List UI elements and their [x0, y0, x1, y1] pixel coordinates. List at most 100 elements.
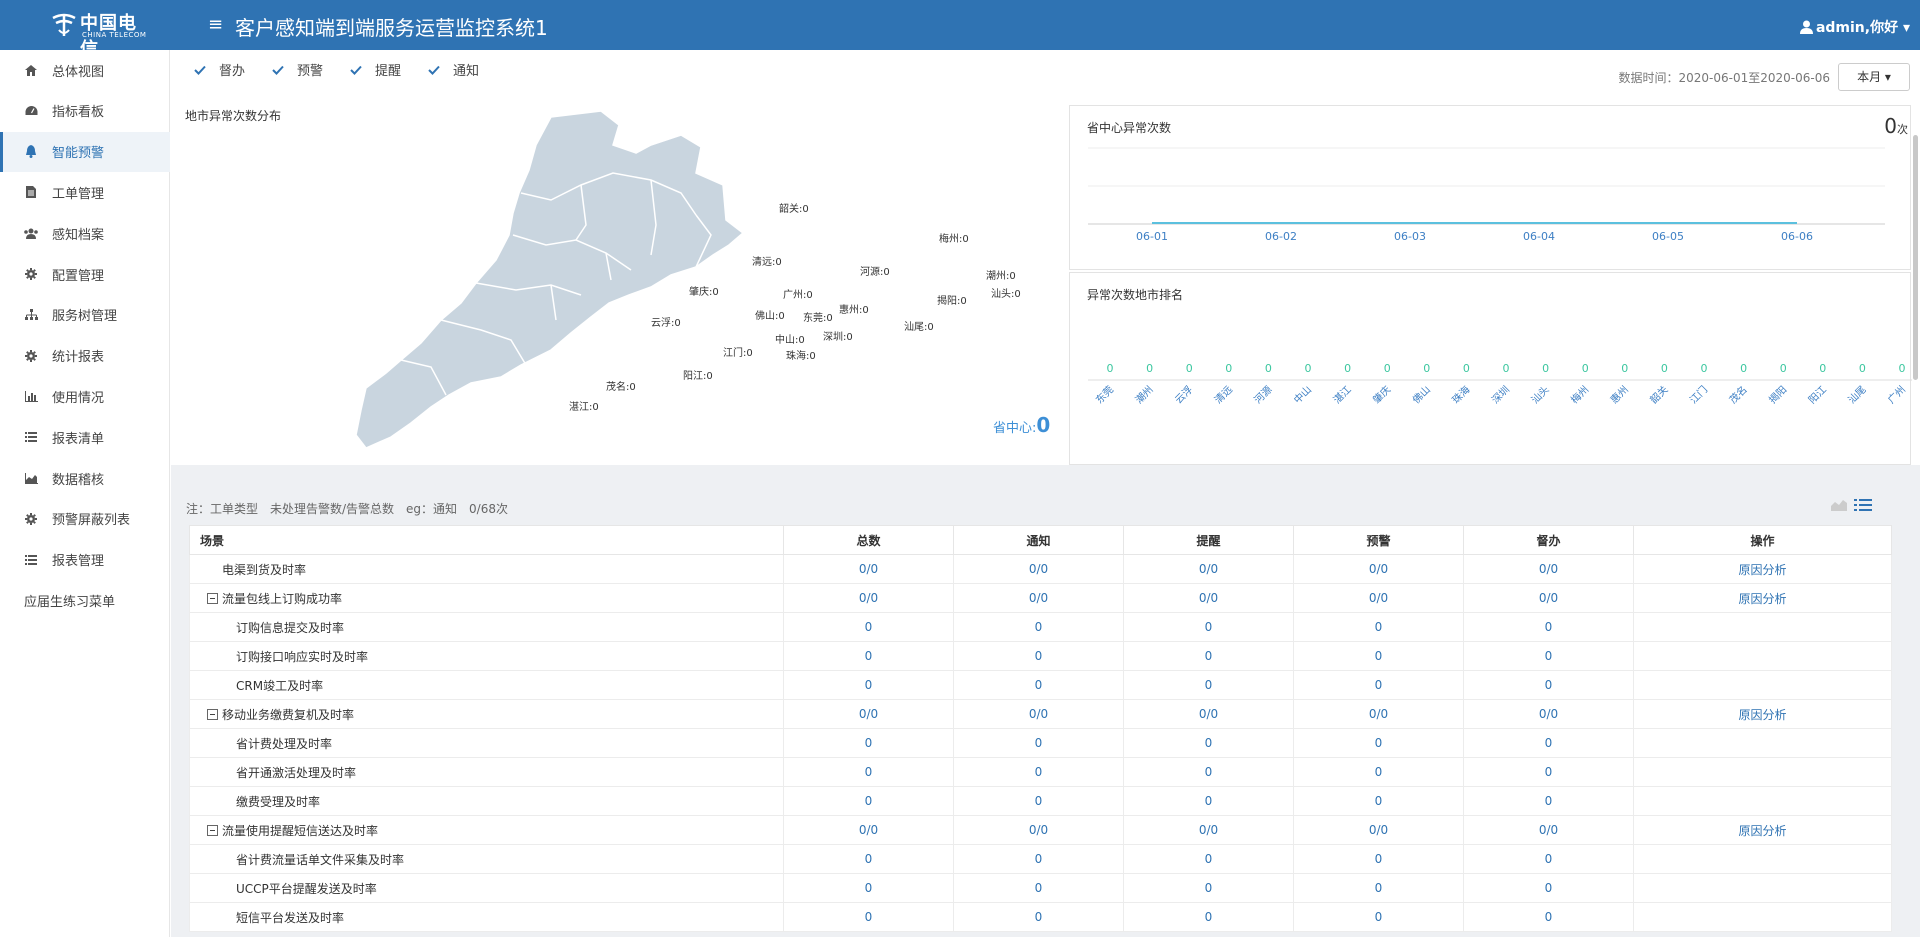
count-cell[interactable]: 0/0: [1463, 699, 1634, 729]
count-cell[interactable]: 0: [1293, 641, 1464, 671]
count-cell[interactable]: 0: [783, 786, 954, 816]
count-cell[interactable]: 0: [1123, 873, 1294, 903]
count-cell[interactable]: 0/0: [1463, 815, 1634, 845]
sidebar-item[interactable]: 报表清单: [0, 417, 170, 457]
count-cell[interactable]: 0/0: [783, 554, 954, 584]
count-cell[interactable]: 0: [953, 902, 1124, 932]
cause-analysis-link[interactable]: 原因分析: [1738, 708, 1786, 722]
count-cell[interactable]: 0: [783, 670, 954, 700]
count-cell[interactable]: 0: [783, 728, 954, 758]
count-cell[interactable]: 0/0: [953, 815, 1124, 845]
count-cell[interactable]: 0: [783, 873, 954, 903]
count-cell[interactable]: 0: [953, 728, 1124, 758]
area-chart-icon[interactable]: [1830, 498, 1848, 512]
count-cell[interactable]: 0/0: [1123, 699, 1294, 729]
count-cell[interactable]: 0: [1123, 844, 1294, 874]
count-cell[interactable]: 0/0: [1123, 815, 1294, 845]
sidebar-item[interactable]: 数据稽核: [0, 458, 170, 498]
count-cell[interactable]: 0/0: [1293, 554, 1464, 584]
scene-name: 订购接口响应实时及时率: [236, 649, 369, 664]
cause-analysis-link[interactable]: 原因分析: [1738, 563, 1786, 577]
x-tick-label: 梅州: [1568, 383, 1591, 406]
checkbox-notice[interactable]: 通知: [426, 60, 479, 79]
count-cell[interactable]: 0/0: [953, 554, 1124, 584]
count-cell[interactable]: 0: [783, 844, 954, 874]
count-cell[interactable]: 0/0: [1463, 583, 1634, 613]
sidebar-item[interactable]: 服务树管理: [0, 295, 170, 335]
count-cell[interactable]: 0/0: [783, 699, 954, 729]
action-cell: 原因分析: [1633, 583, 1892, 613]
count-cell[interactable]: 0/0: [953, 583, 1124, 613]
collapse-icon[interactable]: [207, 592, 218, 604]
checkbox-reminder[interactable]: 提醒: [348, 60, 401, 79]
count-cell[interactable]: 0: [953, 757, 1124, 787]
collapse-icon[interactable]: [207, 824, 218, 836]
count-cell[interactable]: 0: [953, 612, 1124, 642]
sidebar-item[interactable]: 指标看板: [0, 91, 170, 131]
count-cell[interactable]: 0: [783, 641, 954, 671]
count-cell[interactable]: 0: [1123, 786, 1294, 816]
sidebar-item[interactable]: 总体视图: [0, 50, 170, 90]
user-menu[interactable]: admin,你好 ▾: [1799, 17, 1910, 37]
checkbox-warning[interactable]: 预警: [270, 60, 323, 79]
count-cell[interactable]: 0: [1293, 844, 1464, 874]
list-icon[interactable]: [1854, 498, 1872, 512]
count-cell[interactable]: 0/0: [1293, 699, 1464, 729]
count-cell[interactable]: 0: [783, 902, 954, 932]
count-cell[interactable]: 0/0: [1123, 583, 1294, 613]
sidebar-item[interactable]: 报表管理: [0, 540, 170, 580]
count-cell[interactable]: 0: [1123, 757, 1294, 787]
count-cell[interactable]: 0: [1463, 757, 1634, 787]
count-cell[interactable]: 0: [1293, 873, 1464, 903]
sidebar-item[interactable]: 配置管理: [0, 254, 170, 294]
count-cell[interactable]: 0: [1123, 641, 1294, 671]
guangdong-map[interactable]: 韶关:0 梅州:0 清远:0 河源:0 潮州:0 汕头:0 揭阳:0 肇庆:0 …: [351, 105, 1021, 460]
count-cell[interactable]: 0: [1293, 612, 1464, 642]
count-cell[interactable]: 0: [1123, 728, 1294, 758]
count-cell[interactable]: 0: [783, 612, 954, 642]
count-cell[interactable]: 0: [953, 786, 1124, 816]
count-cell[interactable]: 0: [1123, 612, 1294, 642]
count-cell[interactable]: 0: [1123, 902, 1294, 932]
period-dropdown[interactable]: 本月 ▾: [1838, 63, 1910, 91]
count-cell[interactable]: 0: [1463, 902, 1634, 932]
count-cell[interactable]: 0: [953, 641, 1124, 671]
count-cell[interactable]: 0/0: [783, 815, 954, 845]
count-cell[interactable]: 0: [1463, 786, 1634, 816]
checkbox-supervise[interactable]: 督办: [192, 60, 245, 79]
count-cell[interactable]: 0: [1293, 728, 1464, 758]
count-cell[interactable]: 0/0: [1293, 815, 1464, 845]
count-cell[interactable]: 0: [1463, 641, 1634, 671]
count-cell[interactable]: 0/0: [783, 583, 954, 613]
sidebar-item[interactable]: 智能预警: [0, 131, 170, 172]
count-cell[interactable]: 0: [953, 844, 1124, 874]
count-cell[interactable]: 0/0: [1293, 583, 1464, 613]
count-cell[interactable]: 0: [1463, 844, 1634, 874]
count-cell[interactable]: 0: [1463, 612, 1634, 642]
right-scrollbar[interactable]: [1913, 135, 1918, 380]
cause-analysis-link[interactable]: 原因分析: [1738, 824, 1786, 838]
collapse-icon[interactable]: [207, 708, 218, 720]
count-cell[interactable]: 0: [1463, 873, 1634, 903]
count-cell[interactable]: 0: [1293, 670, 1464, 700]
count-cell[interactable]: 0: [783, 757, 954, 787]
cause-analysis-link[interactable]: 原因分析: [1738, 592, 1786, 606]
count-cell[interactable]: 0: [1293, 757, 1464, 787]
sidebar-item[interactable]: 应届生练习菜单: [0, 580, 170, 620]
count-cell[interactable]: 0: [1293, 786, 1464, 816]
count-cell[interactable]: 0: [1463, 670, 1634, 700]
sidebar-item[interactable]: 预警屏蔽列表: [0, 499, 170, 539]
sidebar-item[interactable]: 使用情况: [0, 376, 170, 416]
count-cell[interactable]: 0: [953, 873, 1124, 903]
count-cell[interactable]: 0/0: [1463, 554, 1634, 584]
sidebar-item[interactable]: 统计报表: [0, 336, 170, 376]
sidebar-item[interactable]: 工单管理: [0, 172, 170, 212]
count-cell[interactable]: 0: [1293, 902, 1464, 932]
count-cell[interactable]: 0: [1463, 728, 1634, 758]
count-cell[interactable]: 0: [1123, 670, 1294, 700]
count-cell[interactable]: 0: [953, 670, 1124, 700]
count-cell[interactable]: 0/0: [953, 699, 1124, 729]
count-cell[interactable]: 0/0: [1123, 554, 1294, 584]
sidebar-item[interactable]: 感知档案: [0, 213, 170, 253]
hamburger-icon[interactable]: ≡: [208, 14, 223, 35]
